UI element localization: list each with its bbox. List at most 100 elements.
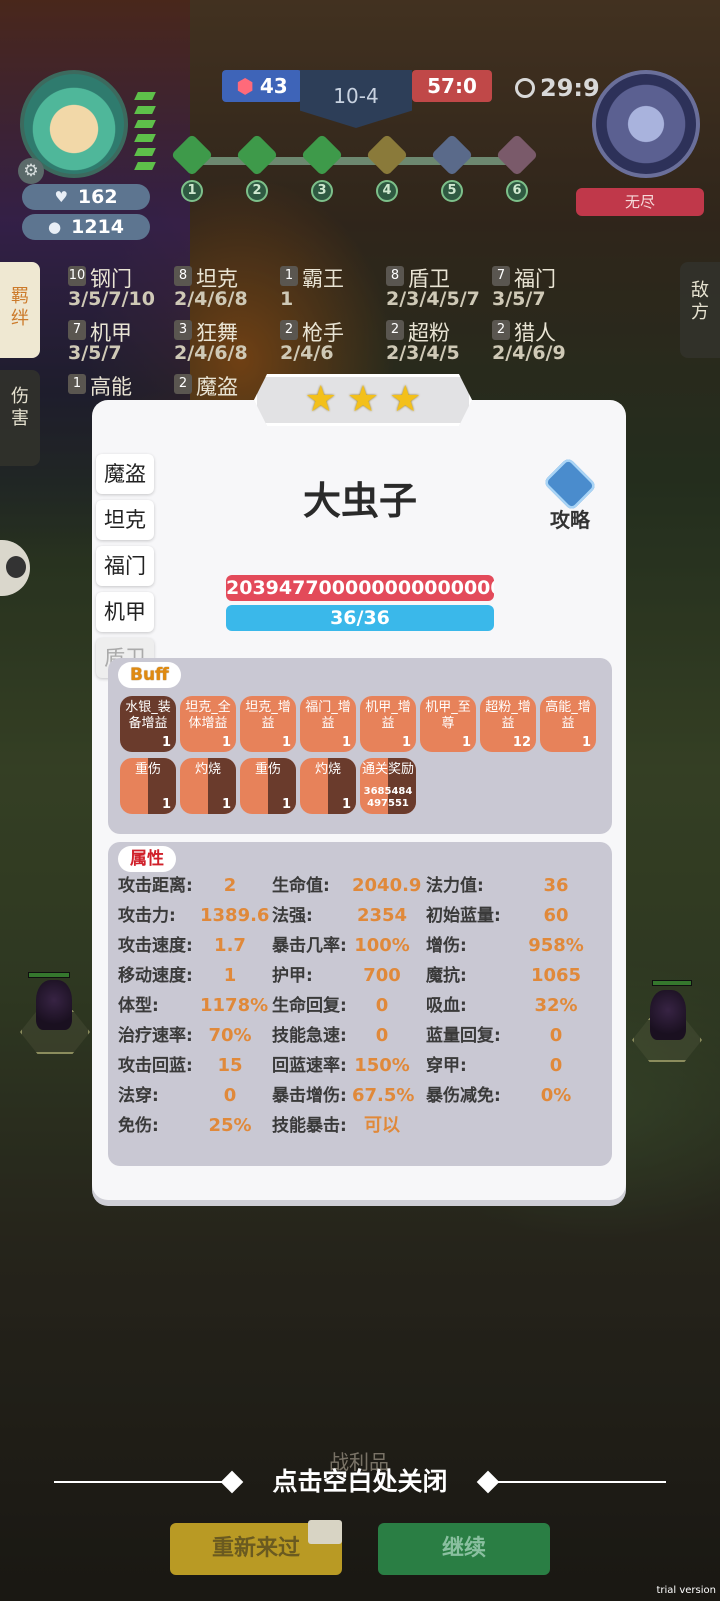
attribute-row: 移动速度: 1 [118, 962, 268, 990]
buff-icon[interactable]: 坦克_全体增益 1 [180, 696, 236, 752]
round-timer: .29:9 [515, 74, 600, 102]
synergy-levels: 2/4/6/8 [174, 288, 248, 310]
synergy-count: 2 [174, 374, 192, 394]
buff-icon[interactable]: 福门_增益 1 [300, 696, 356, 752]
buff-count: 1 [221, 797, 231, 812]
tab-damage[interactable]: 伤 害 [0, 370, 40, 466]
trait-tag[interactable]: 福门 [96, 546, 154, 586]
round-indicator: 10-4 [300, 70, 412, 128]
attribute-value: 2354 [356, 905, 408, 926]
buff-icon[interactable]: 超粉_增益 12 [480, 696, 536, 752]
opponent-avatar[interactable] [592, 70, 700, 178]
attribute-value: 0 [223, 1085, 237, 1106]
buff-icon[interactable]: 水银_装备增益 1 [120, 696, 176, 752]
attribute-value: 60 [543, 905, 569, 926]
left-hp-badge: ⬢ 43 [222, 70, 302, 102]
buff-label: 坦克_全体增益 [185, 700, 231, 731]
buff-icon[interactable]: 通关奖励 3685484497551 [360, 758, 416, 814]
attribute-key: 吸血: [426, 996, 467, 1016]
guide-button[interactable]: 攻略 [536, 456, 604, 532]
synergy-levels: 3/5/7/10 [68, 288, 155, 310]
synergy-item[interactable]: 2 猎人 2/4/6/9 [490, 318, 596, 372]
attribute-row: 暴击增伤: 67.5% [272, 1082, 422, 1110]
attribute-key: 攻击距离: [118, 876, 193, 896]
attribute-key: 体型: [118, 996, 159, 1016]
attribute-value: 1178% [200, 995, 269, 1016]
attribute-value: 1.7 [214, 935, 246, 956]
close-hint[interactable]: 点击空白处关闭 [54, 1462, 666, 1502]
stage-diamond-icon [495, 133, 539, 177]
synergy-item[interactable]: 1 霸王 1 [278, 264, 384, 318]
trait-tag[interactable]: 机甲 [96, 592, 154, 632]
synergy-item[interactable]: 8 坦克 2/4/6/8 [172, 264, 278, 318]
synergy-item[interactable]: 8 盾卫 2/3/4/5/7 [384, 264, 490, 318]
buff-label: 坦克_增益 [245, 700, 291, 731]
attribute-row: 初始蓝量: 60 [426, 902, 576, 930]
tab-enemy[interactable]: 敌 方 [680, 262, 720, 358]
synergy-item[interactable]: 7 福门 3/5/7 [490, 264, 596, 318]
synergy-count: 8 [386, 266, 404, 286]
buff-count: 12 [512, 735, 531, 750]
attribute-key: 攻击力: [118, 906, 176, 926]
player-hp-pill: ♥ 162 [22, 184, 150, 210]
continue-button[interactable]: 继续 [378, 1523, 550, 1575]
buff-icon[interactable]: 重伤 1 [120, 758, 176, 814]
synergy-name: 霸王 [302, 267, 344, 291]
attribute-value: 67.5% [352, 1085, 415, 1106]
attribute-row: 技能急速: 0 [272, 1022, 422, 1050]
tab-bonds[interactable]: 羁 绊 [0, 262, 40, 358]
synergy-item[interactable]: 2 超粉 2/3/4/5 [384, 318, 490, 372]
synergy-item[interactable]: 10 钢门 3/5/7/10 [66, 264, 172, 318]
buff-icon[interactable]: 灼烧 1 [180, 758, 236, 814]
trait-tag[interactable]: 魔盗 [96, 454, 154, 494]
buff-icon[interactable]: 机甲_增益 1 [360, 696, 416, 752]
star-icon: ★ [304, 379, 337, 420]
attribute-section-title: 属性 [118, 846, 176, 872]
attribute-row: 攻击力: 1389.6 [118, 902, 269, 930]
attribute-key: 护甲: [272, 966, 313, 986]
attribute-value: 1065 [530, 965, 582, 986]
buff-count: 1 [581, 735, 591, 750]
buff-icon[interactable]: 高能_增益 1 [540, 696, 596, 752]
attribute-value: 958% [528, 935, 584, 956]
stage-number: 1 [181, 180, 203, 202]
buff-label: 灼烧 [194, 762, 221, 777]
buff-icon[interactable]: 灼烧 1 [300, 758, 356, 814]
stage-node: 5 [430, 133, 474, 202]
attribute-value: 可以 [364, 1115, 400, 1136]
star-icon: ★ [346, 379, 380, 420]
synergy-name: 魔盗 [196, 375, 238, 399]
attribute-row: 技能暴击: 可以 [272, 1112, 422, 1140]
attribute-row: 攻击速度: 1.7 [118, 932, 268, 960]
attribute-key: 魔抗: [426, 966, 467, 986]
buff-icon[interactable]: 重伤 1 [240, 758, 296, 814]
buff-label: 超粉_增益 [485, 700, 531, 731]
score-badge: 57:0 [412, 70, 492, 102]
trait-tag[interactable]: 坦克 [96, 500, 154, 540]
synergy-count: 7 [68, 320, 86, 340]
attribute-value: 32% [534, 995, 578, 1016]
gear-icon[interactable]: ⚙ [18, 158, 44, 184]
attribute-row: 攻击距离: 2 [118, 872, 268, 900]
stage-progress: 1 2 3 4 5 6 [170, 133, 540, 210]
attribute-key: 免伤: [118, 1116, 159, 1136]
buff-label: 通关奖励 [362, 762, 415, 777]
attribute-value: 36 [543, 875, 569, 896]
synergy-count: 2 [492, 320, 510, 340]
attribute-row: 护甲: 700 [272, 962, 422, 990]
attribute-key: 增伤: [426, 936, 467, 956]
buff-icon[interactable]: 坦克_增益 1 [240, 696, 296, 752]
attribute-value: 2 [223, 875, 237, 896]
shield-icon: ⬢ [236, 74, 254, 98]
buff-icon[interactable]: 机甲_至尊 1 [420, 696, 476, 752]
synergy-count: 3 [174, 320, 192, 340]
buff-count: 1 [401, 735, 411, 750]
player-gold-value: 1214 [71, 216, 124, 238]
attribute-key: 法力值: [426, 876, 484, 896]
unit-hp-text: 203947700000000000000/2040.9 [226, 577, 494, 599]
synergy-item[interactable]: 3 狂舞 2/4/6/8 [172, 318, 278, 372]
attribute-row: 穿甲: 0 [426, 1052, 576, 1080]
attribute-value: 0 [549, 1055, 563, 1076]
synergy-item[interactable]: 7 机甲 3/5/7 [66, 318, 172, 372]
synergy-item[interactable]: 2 枪手 2/4/6 [278, 318, 384, 372]
